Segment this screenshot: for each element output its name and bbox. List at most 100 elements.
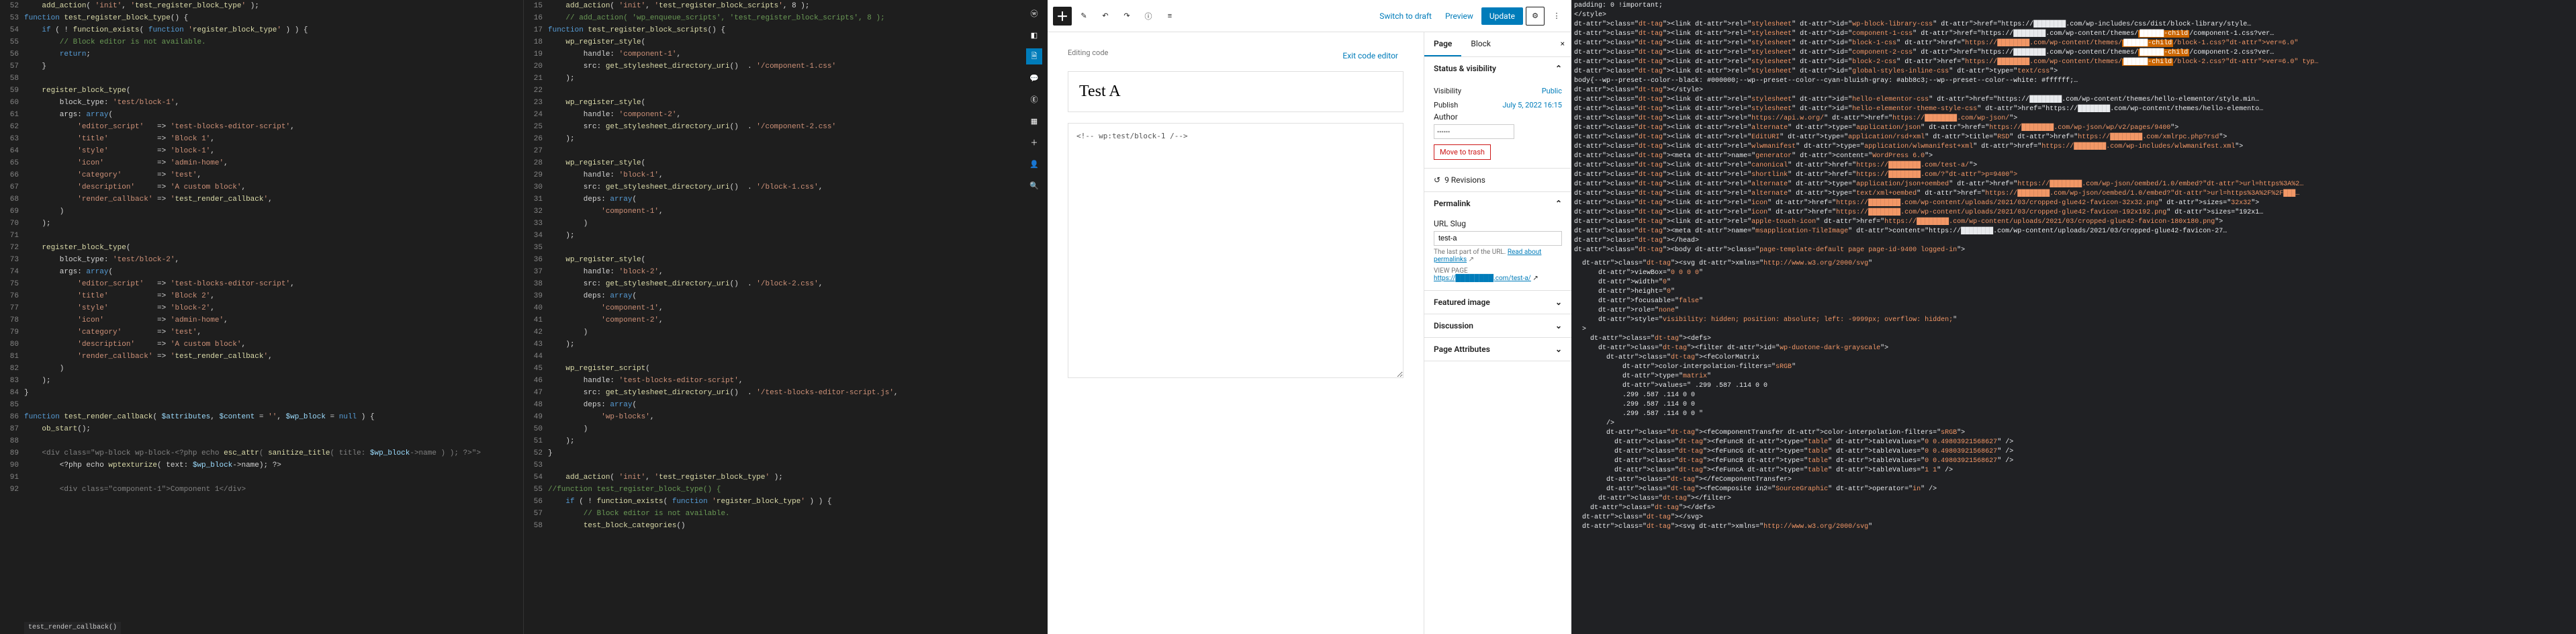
dom-node[interactable]: dt-attr">class="dt-tag"><link dt-attr">r…	[1574, 95, 2573, 105]
dom-node[interactable]: dt-attr">style="visibility: hidden; posi…	[1574, 316, 2573, 325]
code-content[interactable]: add_action( 'init', 'test_register_block…	[548, 0, 1047, 634]
dashboard-icon[interactable]: ◧	[1026, 27, 1042, 43]
dom-node[interactable]: dt-attr">class="dt-tag"><link dt-attr">r…	[1574, 133, 2573, 142]
dom-node[interactable]: dt-attr">class="dt-tag"><meta dt-attr">n…	[1574, 152, 2573, 161]
dom-node[interactable]: dt-attr">class="dt-tag"><link dt-attr">r…	[1574, 48, 2573, 58]
dom-node[interactable]: dt-attr">class="dt-tag"><svg dt-attr">xm…	[1574, 259, 2573, 269]
dom-node[interactable]: dt-attr">role="none"	[1574, 306, 2573, 316]
dom-node[interactable]: dt-attr">class="dt-tag"><link dt-attr">r…	[1574, 58, 2573, 67]
visibility-value[interactable]: Public	[1542, 87, 1562, 95]
close-sidebar-icon[interactable]: ×	[1554, 32, 1571, 56]
url-slug-input[interactable]	[1434, 231, 1562, 246]
dom-node[interactable]: dt-attr">class="dt-tag"><link dt-attr">r…	[1574, 124, 2573, 133]
panel-permalink-title: Permalink	[1434, 199, 1471, 208]
dom-node[interactable]: dt-attr">height="0"	[1574, 287, 2573, 297]
undo-icon[interactable]: ↶	[1096, 7, 1115, 26]
preview-link[interactable]: Preview	[1440, 9, 1479, 24]
info-icon[interactable]: ⓘ	[1139, 7, 1158, 26]
redo-icon[interactable]: ↷	[1117, 7, 1136, 26]
dom-node[interactable]: dt-attr">class="dt-tag"><svg dt-attr">xm…	[1574, 523, 2573, 532]
dom-node[interactable]: dt-attr">class="dt-tag"><feFuncA dt-attr…	[1574, 466, 2573, 476]
dom-node[interactable]: dt-attr">class="dt-tag"></filter>	[1574, 494, 2573, 504]
code-content[interactable]: add_action( 'init', 'test_register_block…	[24, 0, 523, 634]
dom-node[interactable]: body{--wp--preset--color--black: #000000…	[1574, 77, 2573, 86]
tab-page[interactable]: Page	[1424, 32, 1461, 56]
panel-permalink-header[interactable]: Permalink ⌃	[1424, 192, 1571, 215]
settings-sidebar: Page Block × Status & visibility ⌃ Visib…	[1424, 32, 1571, 634]
panel-discussion[interactable]: Discussion ⌄	[1424, 314, 1571, 337]
dom-node[interactable]: dt-attr">class="dt-tag"><link dt-attr">r…	[1574, 30, 2573, 39]
dom-node[interactable]: .299 .587 .114 0 0 "	[1574, 410, 2573, 419]
revisions-link[interactable]: ↺ 9 Revisions	[1424, 169, 1571, 192]
wp-logo-icon[interactable]: ⓦ	[1026, 5, 1042, 21]
add-block-button[interactable]: ＋	[1053, 7, 1072, 26]
update-button[interactable]: Update	[1481, 7, 1523, 25]
dom-node[interactable]: dt-attr">class="dt-tag"><meta dt-attr">n…	[1574, 227, 2573, 236]
devtools-elements-panel[interactable]: padding: 0 !important; </style> dt-attr"…	[1571, 0, 2576, 634]
dom-node[interactable]: dt-attr">class="dt-tag"><defs>	[1574, 334, 2573, 344]
code-editor-left[interactable]: 5253545556575859606162636465666768697071…	[0, 0, 524, 634]
move-to-trash-button[interactable]: Move to trash	[1434, 144, 1491, 160]
switch-draft-link[interactable]: Switch to draft	[1374, 9, 1437, 24]
author-select[interactable]: ▪▪▪▪▪▪	[1434, 124, 1514, 139]
comments-icon[interactable]: 💬	[1026, 70, 1042, 86]
dom-node[interactable]: dt-attr">type="matrix"	[1574, 372, 2573, 381]
dom-node[interactable]: dt-attr">class="dt-tag"></style>	[1574, 86, 2573, 95]
dom-node[interactable]: dt-attr">class="dt-tag"><link dt-attr">r…	[1574, 218, 2573, 227]
dom-node[interactable]: dt-attr">class="dt-tag"><feColorMatrix	[1574, 353, 2573, 363]
edit-icon[interactable]: ✎	[1074, 7, 1093, 26]
elementor-icon[interactable]: Ⓔ	[1026, 91, 1042, 107]
outline-icon[interactable]: ≡	[1160, 7, 1179, 26]
settings-icon[interactable]: ⚙	[1526, 7, 1545, 26]
panel-attributes[interactable]: Page Attributes ⌄	[1424, 338, 1571, 361]
dom-node[interactable]: dt-attr">class="dt-tag"></feComponentTra…	[1574, 476, 2573, 485]
dom-node[interactable]: dt-attr">class="dt-tag"><link dt-attr">r…	[1574, 171, 2573, 180]
add-icon[interactable]: ＋	[1026, 134, 1042, 150]
dom-node[interactable]: dt-attr">class="dt-tag"></defs>	[1574, 504, 2573, 513]
publish-value[interactable]: July 5, 2022 16:15	[1502, 101, 1562, 109]
users-icon[interactable]: 👤	[1026, 156, 1042, 172]
post-content-textarea[interactable]: <!-- wp:test/block-1 /-->	[1068, 123, 1404, 378]
breadcrumb[interactable]: test_render_callback()	[24, 622, 121, 634]
dom-node[interactable]: .299 .587 .114 0 0	[1574, 400, 2573, 410]
dom-node[interactable]: dt-attr">class="dt-tag"><link dt-attr">r…	[1574, 180, 2573, 189]
dom-node[interactable]: .299 .587 .114 0 0	[1574, 391, 2573, 400]
dom-node[interactable]: dt-attr">class="dt-tag"><feFuncG dt-attr…	[1574, 447, 2573, 457]
exit-code-editor-link[interactable]: Exit code editor	[1337, 48, 1404, 63]
dom-node[interactable]: dt-attr">class="dt-tag"><feFuncR dt-attr…	[1574, 438, 2573, 447]
dom-node[interactable]: dt-attr">class="dt-tag"><feComponentTran…	[1574, 428, 2573, 438]
options-icon[interactable]: ⋮	[1547, 7, 1566, 26]
dom-node[interactable]: dt-attr">class="dt-tag"><link dt-attr">r…	[1574, 208, 2573, 218]
panel-status-header[interactable]: Status & visibility ⌃	[1424, 57, 1571, 80]
dom-node[interactable]: dt-attr">class="dt-tag"><link dt-attr">r…	[1574, 20, 2573, 30]
dom-node[interactable]: dt-attr">focusable="false"	[1574, 297, 2573, 306]
search-icon[interactable]: 🔍	[1026, 177, 1042, 193]
dom-node[interactable]: dt-attr">class="dt-tag"><feFuncB dt-attr…	[1574, 457, 2573, 466]
dom-node[interactable]: dt-attr">class="dt-tag"></svg>	[1574, 513, 2573, 523]
dom-node[interactable]: dt-attr">class="dt-tag"><link dt-attr">r…	[1574, 142, 2573, 152]
templates-icon[interactable]: ▦	[1026, 113, 1042, 129]
dom-node[interactable]: dt-attr">class="dt-tag"><link dt-attr">r…	[1574, 189, 2573, 199]
post-title-input[interactable]	[1068, 71, 1404, 112]
dom-node[interactable]: dt-attr">class="dt-tag"><link dt-attr">r…	[1574, 114, 2573, 124]
dom-node[interactable]: dt-attr">values=" .299 .587 .114 0 0	[1574, 381, 2573, 391]
dom-node[interactable]: dt-attr">class="dt-tag"><link dt-attr">r…	[1574, 199, 2573, 208]
dom-node[interactable]: dt-attr">class="dt-tag"><link dt-attr">r…	[1574, 105, 2573, 114]
dom-node[interactable]: dt-attr">class="dt-tag"><link dt-attr">r…	[1574, 161, 2573, 171]
dom-node[interactable]: dt-attr">class="dt-tag"></head>	[1574, 236, 2573, 246]
pages-icon[interactable]: 🗎	[1026, 48, 1042, 64]
permalink-url[interactable]: https://████████.com/test-a/ ↗	[1434, 275, 1562, 282]
dom-node[interactable]: dt-attr">class="dt-tag"><body dt-attr">c…	[1574, 246, 2573, 255]
dom-node[interactable]: dt-attr">class="dt-tag"><filter dt-attr"…	[1574, 344, 2573, 353]
dom-node[interactable]: >	[1574, 325, 2573, 334]
dom-node[interactable]: dt-attr">viewBox="0 0 0 0"	[1574, 269, 2573, 278]
dom-node[interactable]: dt-attr">class="dt-tag"><link dt-attr">r…	[1574, 67, 2573, 77]
dom-node[interactable]: dt-attr">color-interpolation-filters="sR…	[1574, 363, 2573, 372]
dom-node[interactable]: dt-attr">width="0"	[1574, 278, 2573, 287]
tab-block[interactable]: Block	[1461, 32, 1500, 56]
dom-node[interactable]: dt-attr">class="dt-tag"><feComposite in2…	[1574, 485, 2573, 494]
dom-node[interactable]: />	[1574, 419, 2573, 428]
panel-featured-image[interactable]: Featured image ⌄	[1424, 291, 1571, 314]
dom-node[interactable]: dt-attr">class="dt-tag"><link dt-attr">r…	[1574, 39, 2573, 48]
code-editor-right[interactable]: 1516171819202122232425262728293031323334…	[524, 0, 1048, 634]
